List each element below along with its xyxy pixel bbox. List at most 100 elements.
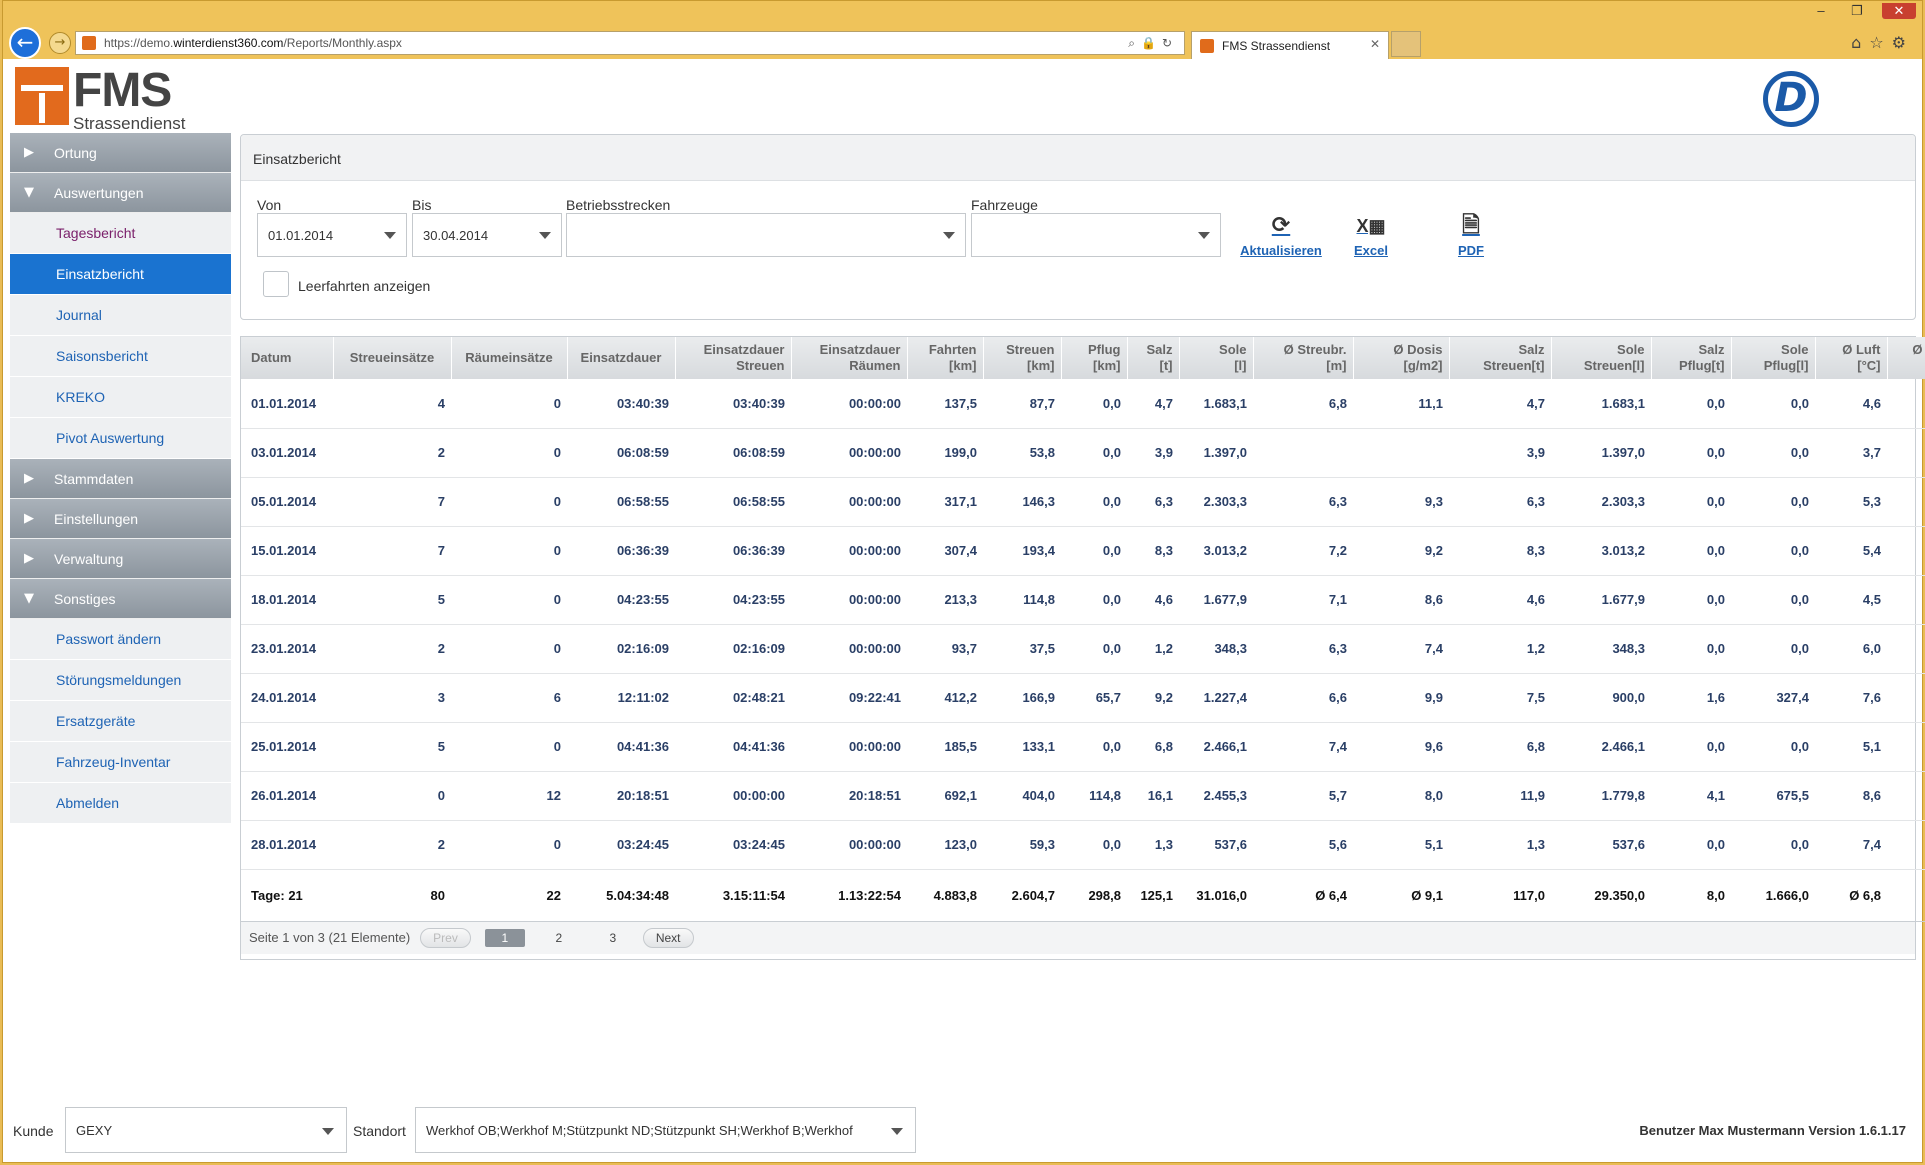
table-cell: 6,3: [1253, 477, 1353, 527]
column-header[interactable]: Sole [l]: [1179, 337, 1254, 379]
sidebar-item-abmelden[interactable]: Abmelden: [10, 783, 231, 824]
sidebar-section-einstellungen[interactable]: ▶ Einstellungen: [10, 499, 231, 539]
sidebar-item-ersatzgeraete[interactable]: Ersatzgeräte: [10, 701, 231, 742]
restore-icon[interactable]: ❐: [1846, 3, 1868, 19]
column-header[interactable]: Einsatzdauer: [567, 337, 676, 379]
table-cell: 213,3: [907, 575, 983, 625]
column-header[interactable]: Pflug [km]: [1061, 337, 1128, 379]
pager: Seite 1 von 3 (21 Elemente) Prev 1 2 3 N…: [241, 921, 1915, 954]
table-row[interactable]: 01.01.2014 4 0 03:40:39 03:40:39 00:00:00 137,…: [241, 379, 1925, 429]
home-icon[interactable]: ⌂: [1851, 33, 1869, 52]
von-date-picker[interactable]: 01.01.2014: [257, 213, 407, 257]
column-header[interactable]: Ø Luft [°C]: [1815, 337, 1888, 379]
bis-date-picker[interactable]: 30.04.2014: [412, 213, 562, 257]
sidebar-item-fahrzeug-inventar[interactable]: Fahrzeug-Inventar: [10, 742, 231, 783]
browser-tab[interactable]: FMS Strassendienst ✕: [1191, 31, 1389, 59]
excel-export-button[interactable]: X▦ Excel: [1341, 213, 1401, 258]
sidebar-item-pivot-auswertung[interactable]: Pivot Auswertung: [10, 418, 231, 459]
sidebar-section-ortung[interactable]: ▶ Ortung: [10, 133, 231, 173]
table-row[interactable]: 28.01.2014 2 0 03:24:45 03:24:45 00:00:00 123,…: [241, 820, 1925, 870]
column-header[interactable]: Salz Streuen[t]: [1449, 337, 1552, 379]
aktualisieren-button[interactable]: ⟳ Aktualisieren: [1236, 213, 1326, 258]
minimize-icon[interactable]: –: [1810, 3, 1832, 19]
table-row[interactable]: 24.01.2014 3 6 12:11:02 02:48:21 09:22:41 412,…: [241, 673, 1925, 723]
table-cell: 03:40:39: [567, 379, 675, 429]
table-cell: 5,1: [1815, 722, 1887, 772]
triangle-right-icon: ▶: [24, 551, 34, 566]
sidebar-item-passwort-aendern[interactable]: Passwort ändern: [10, 619, 231, 660]
column-header[interactable]: Ø Streubr. [m]: [1253, 337, 1354, 379]
table-row[interactable]: 18.01.2014 5 0 04:23:55 04:23:55 00:00:00 213,…: [241, 575, 1925, 625]
table-row[interactable]: 25.01.2014 5 0 04:41:36 04:41:36 00:00:00 185,…: [241, 722, 1925, 772]
pdf-export-button[interactable]: 🗎 PDF: [1446, 213, 1496, 258]
settings-gear-icon[interactable]: ⚙: [1892, 33, 1914, 52]
column-header-unit: Pflug[l]: [1763, 358, 1809, 373]
table-row[interactable]: 26.01.2014 0 12 20:18:51 00:00:00 20:18:51 692…: [241, 771, 1925, 821]
tab-close-icon[interactable]: ✕: [1370, 37, 1380, 51]
sidebar-item-stoerungsmeldungen[interactable]: Störungsmeldungen: [10, 660, 231, 701]
column-header[interactable]: Datum: [241, 337, 334, 379]
chevron-down-icon[interactable]: [322, 1128, 334, 1135]
table-cell: 0,0: [1651, 477, 1731, 527]
leerfahrten-checkbox[interactable]: [263, 271, 289, 297]
search-icon[interactable]: ⌕: [1128, 36, 1141, 50]
summary-cell: 80: [333, 869, 451, 922]
lock-icon[interactable]: 🔒: [1141, 36, 1162, 50]
forward-button[interactable]: →: [49, 32, 71, 54]
sidebar-section-auswertungen[interactable]: ▼ Auswertungen: [10, 173, 231, 213]
table-row[interactable]: 23.01.2014 2 0 02:16:09 02:16:09 00:00:00 93,7…: [241, 624, 1925, 674]
filter-panel: Einsatzbericht Von 01.01.2014 Bis 30.04.…: [240, 134, 1916, 320]
column-header[interactable]: Ø Dosis [g/m2]: [1353, 337, 1450, 379]
sidebar-section-sonstiges[interactable]: ▼ Sonstiges: [10, 579, 231, 619]
page-1-button[interactable]: 1: [484, 928, 525, 947]
next-page-button[interactable]: Next: [642, 927, 694, 948]
column-header[interactable]: Salz Pflug[t]: [1651, 337, 1732, 379]
back-button[interactable]: ←: [9, 27, 41, 59]
chevron-down-icon[interactable]: [384, 232, 396, 239]
page-2-button[interactable]: 2: [539, 929, 579, 947]
column-header-label: Streueinsätze: [349, 350, 435, 365]
table-row[interactable]: 15.01.2014 7 0 06:36:39 06:36:39 00:00:00 307,…: [241, 526, 1925, 576]
column-header[interactable]: Streueinsätze: [333, 337, 452, 379]
column-header[interactable]: Einsatzdauer Streuen: [675, 337, 792, 379]
table-row[interactable]: 03.01.2014 2 0 06:08:59 06:08:59 00:00:00 199,…: [241, 428, 1925, 478]
refresh-icon[interactable]: ↻: [1162, 36, 1178, 50]
table-cell: 59,3: [983, 820, 1061, 870]
favorites-star-icon[interactable]: ☆: [1869, 33, 1891, 52]
column-header[interactable]: Streuen [km]: [983, 337, 1062, 379]
column-header[interactable]: Ø Boden[°C]: [1887, 337, 1925, 379]
sidebar-item-kreko[interactable]: KREKO: [10, 377, 231, 418]
chevron-down-icon[interactable]: [539, 232, 551, 239]
column-header[interactable]: Räumeinsätze: [451, 337, 568, 379]
table-cell: 7: [333, 477, 451, 527]
sidebar-section-stammdaten[interactable]: ▶ Stammdaten: [10, 459, 231, 499]
column-header[interactable]: Salz [t]: [1127, 337, 1180, 379]
prev-page-button[interactable]: Prev: [420, 927, 471, 948]
kunde-label: Kunde: [13, 1123, 54, 1139]
chevron-down-icon[interactable]: [891, 1128, 903, 1135]
column-header-label: Streuen: [1006, 342, 1055, 357]
standort-select[interactable]: Werkhof OB;Werkhof M;Stützpunkt ND;Stütz…: [415, 1107, 916, 1153]
table-row[interactable]: 05.01.2014 7 0 06:58:55 06:58:55 00:00:00 317,…: [241, 477, 1925, 527]
table-cell: 6,8: [1253, 379, 1353, 429]
kunde-select[interactable]: GEXY: [65, 1107, 347, 1153]
column-header[interactable]: Sole Pflug[l]: [1731, 337, 1816, 379]
column-header[interactable]: Einsatzdauer Räumen: [791, 337, 908, 379]
column-header[interactable]: Fahrten [km]: [907, 337, 984, 379]
sidebar-item-saisonsbericht[interactable]: Saisonsbericht: [10, 336, 231, 377]
new-tab-button[interactable]: [1391, 31, 1421, 57]
betriebsstrecken-select[interactable]: [566, 213, 966, 257]
chevron-down-icon[interactable]: [943, 232, 955, 239]
chevron-down-icon[interactable]: [1198, 232, 1210, 239]
sidebar-section-verwaltung[interactable]: ▶ Verwaltung: [10, 539, 231, 579]
sidebar-item-journal[interactable]: Journal: [10, 295, 231, 336]
fahrzeuge-select[interactable]: [971, 213, 1221, 257]
column-header[interactable]: Sole Streuen[l]: [1551, 337, 1652, 379]
sidebar-item-einsatzbericht[interactable]: Einsatzbericht: [10, 254, 231, 295]
leerfahrten-label: Leerfahrten anzeigen: [298, 278, 431, 294]
table-cell: 5,7: [1253, 771, 1353, 821]
close-window-icon[interactable]: ✕: [1882, 3, 1916, 19]
page-3-button[interactable]: 3: [593, 929, 633, 947]
address-bar[interactable]: https://demo.winterdienst360.com/Reports…: [75, 31, 1185, 55]
sidebar-item-tagesbericht[interactable]: Tagesbericht: [10, 213, 231, 254]
